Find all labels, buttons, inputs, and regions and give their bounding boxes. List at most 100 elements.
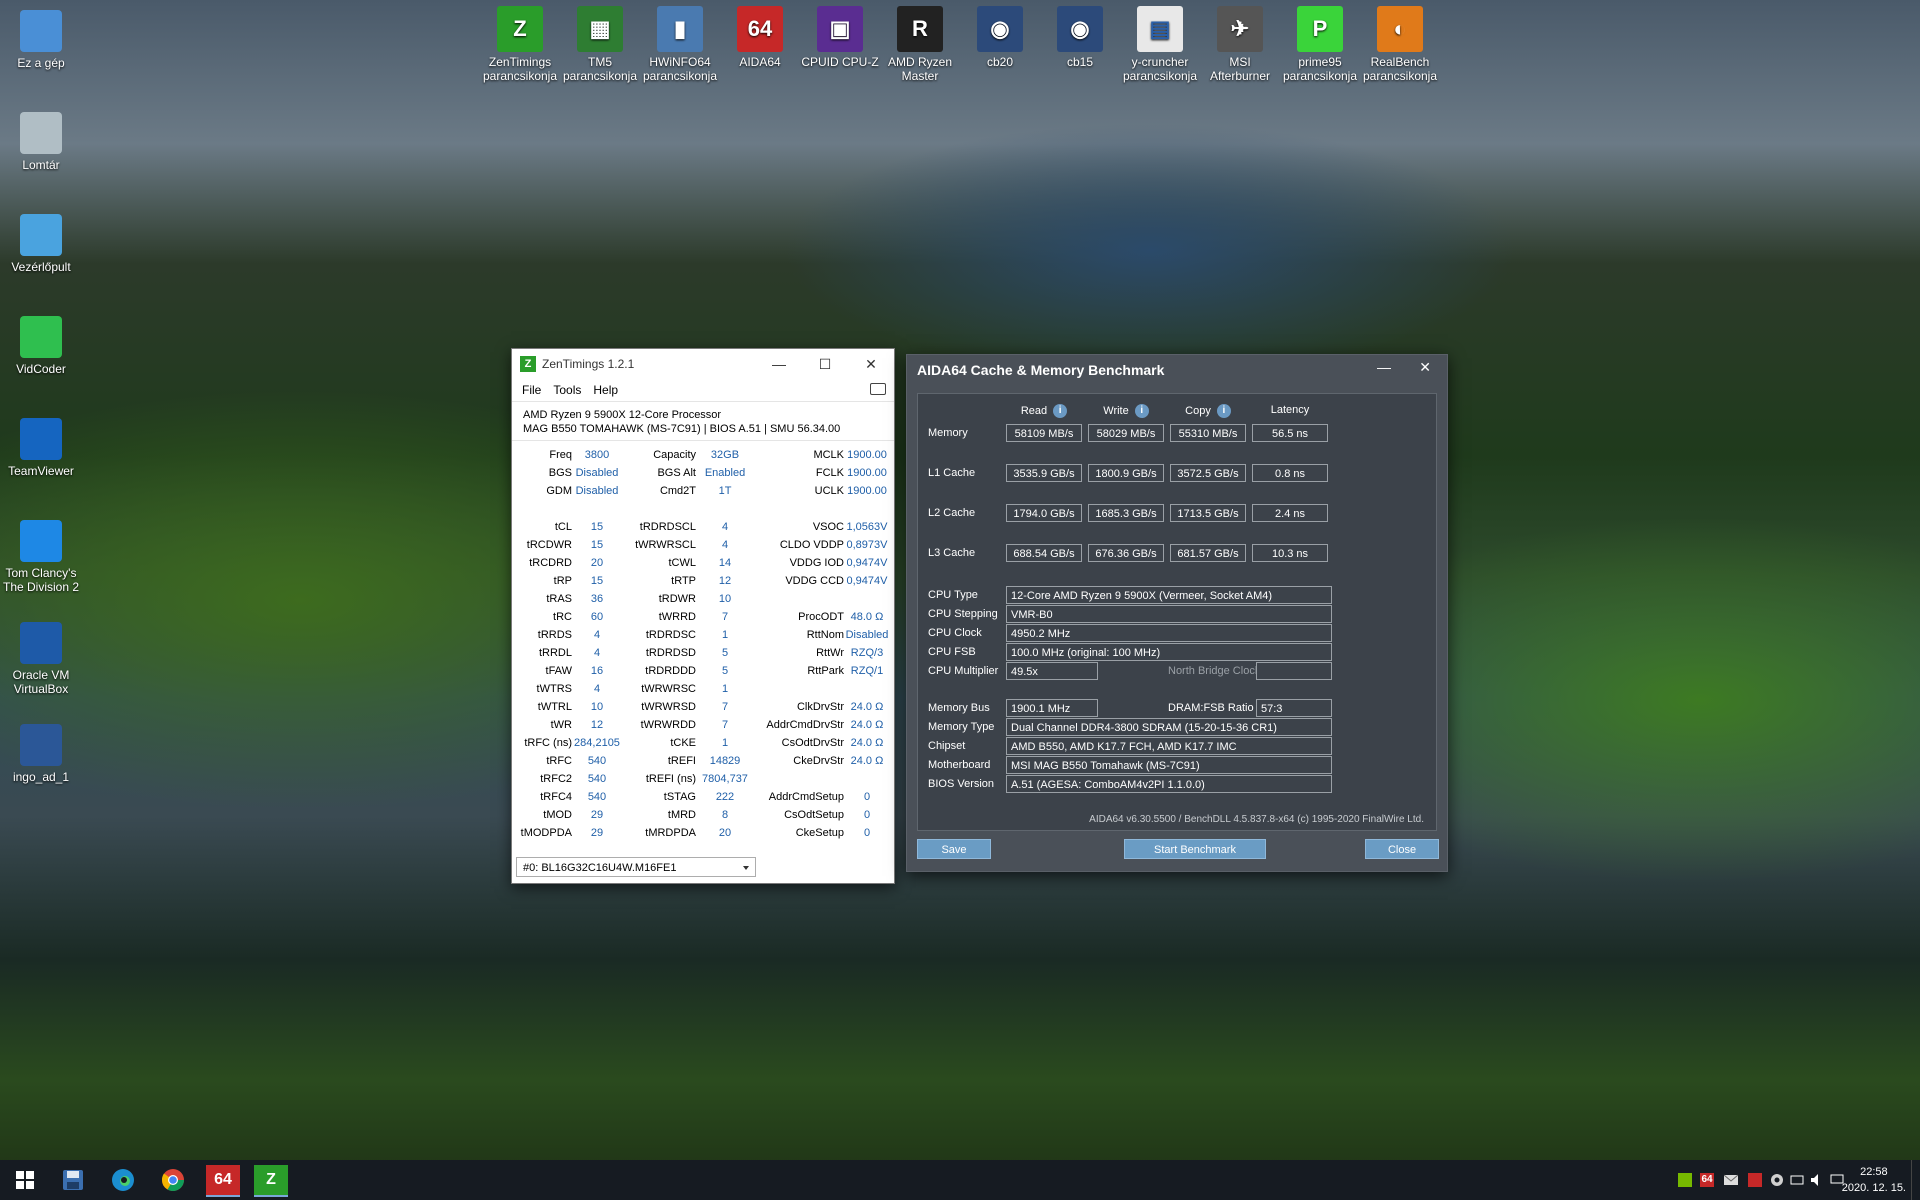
timing-label: tWRWRSCL (635, 539, 696, 551)
shortcut-label: MSI Afterburner (1209, 55, 1271, 83)
desktop-shortcut[interactable]: 64 AIDA64 (720, 6, 800, 69)
volume-tray-icon[interactable] (1810, 1173, 1824, 1187)
timing-label: CkeSetup (795, 827, 844, 839)
edge-browser-icon[interactable] (108, 1165, 138, 1195)
timing-label: tRDRDSC (645, 629, 696, 641)
dram-fsb-ratio-value: 57:3 (1256, 699, 1332, 717)
shortcut-label: AMD Ryzen Master (887, 55, 952, 83)
desktop-shortcut[interactable]: ◉ cb15 (1040, 6, 1120, 69)
windows-start-icon[interactable] (10, 1165, 40, 1195)
module-select[interactable]: #0: BL16G32C16U4W.M16FE1 (516, 857, 756, 877)
timing-label: VSOC (812, 521, 844, 533)
timing-value: 15 (590, 521, 604, 533)
timing-label: tRFC (546, 755, 572, 767)
maximize-icon[interactable]: ☐ (802, 349, 848, 379)
timing-value: 60 (590, 611, 604, 623)
aida64-window[interactable]: AIDA64 Cache & Memory Benchmark — ✕ Read… (906, 354, 1448, 872)
desktop-shortcut[interactable]: ◉ cb20 (960, 6, 1040, 69)
minimize-icon[interactable]: — (756, 349, 802, 379)
timing-label: RttWr (816, 647, 844, 659)
zentimings-window[interactable]: Z ZenTimings 1.2.1 — ☐ ✕ File Tools Help… (511, 348, 895, 884)
settings-tray-icon[interactable] (1770, 1173, 1784, 1187)
desktop-icon-division[interactable]: Tom Clancy's The Division 2 (2, 520, 80, 594)
bench-value: 1794.0 GB/s (1006, 504, 1082, 522)
timing-value: 5 (721, 647, 729, 659)
clock[interactable]: 22:58 2020. 12. 15. (1842, 1164, 1906, 1196)
minimize-icon[interactable]: — (1377, 359, 1391, 375)
timing-label: tMODPDA (520, 827, 572, 839)
zentimings-titlebar[interactable]: Z ZenTimings 1.2.1 — ☐ ✕ (512, 349, 894, 379)
timing-label: GDM (546, 485, 572, 497)
aida64-taskbar-icon[interactable]: 64 (206, 1165, 240, 1197)
desktop-icon-recycle-bin[interactable]: Lomtár (2, 112, 80, 172)
desktop-shortcut[interactable]: ▮ HWiNFO64 parancsikonja (640, 6, 720, 83)
aida64-titlebar[interactable]: AIDA64 Cache & Memory Benchmark — ✕ (907, 355, 1447, 385)
info-icon[interactable]: i (1134, 404, 1149, 418)
timing-label: tRP (553, 575, 572, 587)
desktop-shortcut[interactable]: ▦ TM5 parancsikonja (560, 6, 640, 83)
app-shortcut-icon: ▮ (657, 6, 703, 52)
bench-value: 58109 MB/s (1006, 424, 1082, 442)
desktop-icon-word-doc[interactable]: ingo_ad_1 (2, 724, 80, 784)
timing-label: tRDRDSD (645, 647, 696, 659)
menu-file[interactable]: File (516, 383, 547, 397)
show-desktop-button[interactable] (1911, 1160, 1918, 1200)
timing-value: 29 (590, 809, 604, 821)
timing-label: ClkDrvStr (796, 701, 844, 713)
timing-value: 5 (721, 665, 729, 677)
info-icon[interactable]: i (1216, 404, 1231, 418)
control-panel-icon (20, 214, 62, 256)
desktop-icon-computer[interactable]: Ez a gép (2, 10, 80, 70)
network-tray-icon[interactable] (1790, 1173, 1804, 1187)
module-select-value: #0: BL16G32C16U4W.M16FE1 (523, 862, 677, 874)
timing-value: 1900.00 (847, 467, 887, 479)
app-shortcut-icon: ▤ (1137, 6, 1183, 52)
info-label: CPU Type (928, 589, 978, 601)
save-disk-icon[interactable] (58, 1165, 88, 1195)
desktop-shortcut[interactable]: ▤ y-cruncher parancsikonja (1120, 6, 1200, 83)
timing-value: 1 (721, 629, 729, 641)
timing-value: 1 (721, 683, 729, 695)
start-benchmark-button[interactable]: Start Benchmark (1124, 839, 1266, 859)
close-icon[interactable]: ✕ (1419, 359, 1431, 376)
close-button[interactable]: Close (1365, 839, 1439, 859)
desktop-shortcut[interactable]: ✈ MSI Afterburner (1200, 6, 1280, 83)
info-icon[interactable]: i (1053, 404, 1068, 418)
sb-tray-icon[interactable] (1748, 1173, 1762, 1187)
desktop-shortcut[interactable]: Pprime95 parancsikonja (1280, 6, 1360, 83)
mail-tray-icon[interactable] (1723, 1173, 1739, 1187)
timing-value: Enabled (704, 467, 746, 479)
info-value: MSI MAG B550 Tomahawk (MS-7C91) (1006, 756, 1332, 774)
desktop-shortcut[interactable]: R AMD Ryzen Master (880, 6, 960, 83)
desktop-icon-vidcoder[interactable]: VidCoder (2, 316, 80, 376)
timing-label: tRRDL (538, 647, 572, 659)
close-icon[interactable]: ✕ (848, 349, 894, 379)
desktop-shortcut[interactable]: Z ZenTimings parancsikonja (480, 6, 560, 83)
timing-value: Disabled (575, 485, 619, 497)
zentimings-taskbar-icon[interactable]: Z (254, 1165, 288, 1197)
desktop-shortcut[interactable]: ◐ RealBench parancsikonja (1360, 6, 1440, 83)
timing-label: tRTP (671, 575, 696, 587)
desktop-icon-teamviewer[interactable]: TeamViewer (2, 418, 80, 478)
app-shortcut-icon: 64 (737, 6, 783, 52)
timing-value: RZQ/3 (850, 647, 884, 659)
screenshot-camera-icon[interactable] (870, 383, 886, 395)
menu-help[interactable]: Help (587, 383, 624, 397)
aida64-tray-icon[interactable]: 64 (1700, 1173, 1714, 1187)
bench-value: 3572.5 GB/s (1170, 464, 1246, 482)
nvidia-tray-icon[interactable] (1678, 1173, 1692, 1187)
taskbar: 64 Z 64 22:58 2020. 12. 15. (0, 1160, 1920, 1200)
desktop-icon-label: Ez a gép (17, 56, 65, 70)
desktop-shortcut[interactable]: ▣ CPUID CPU-Z (800, 6, 880, 69)
clock-time: 22:58 (1860, 1166, 1888, 1178)
desktop-icon-control-panel[interactable]: Vezérlőpult (2, 214, 80, 274)
menu-tools[interactable]: Tools (547, 383, 587, 397)
bench-value: 3535.9 GB/s (1006, 464, 1082, 482)
desktop-icon-virtualbox[interactable]: Oracle VM VirtualBox (2, 622, 80, 696)
chrome-browser-icon[interactable] (158, 1165, 188, 1195)
timing-value: 32GB (710, 449, 740, 461)
timing-label: tWRWRDD (640, 719, 696, 731)
save-button[interactable]: Save (917, 839, 991, 859)
desktop-icon-label: Lomtár (22, 158, 60, 172)
cpu-name: AMD Ryzen 9 5900X 12-Core Processor (523, 409, 722, 421)
